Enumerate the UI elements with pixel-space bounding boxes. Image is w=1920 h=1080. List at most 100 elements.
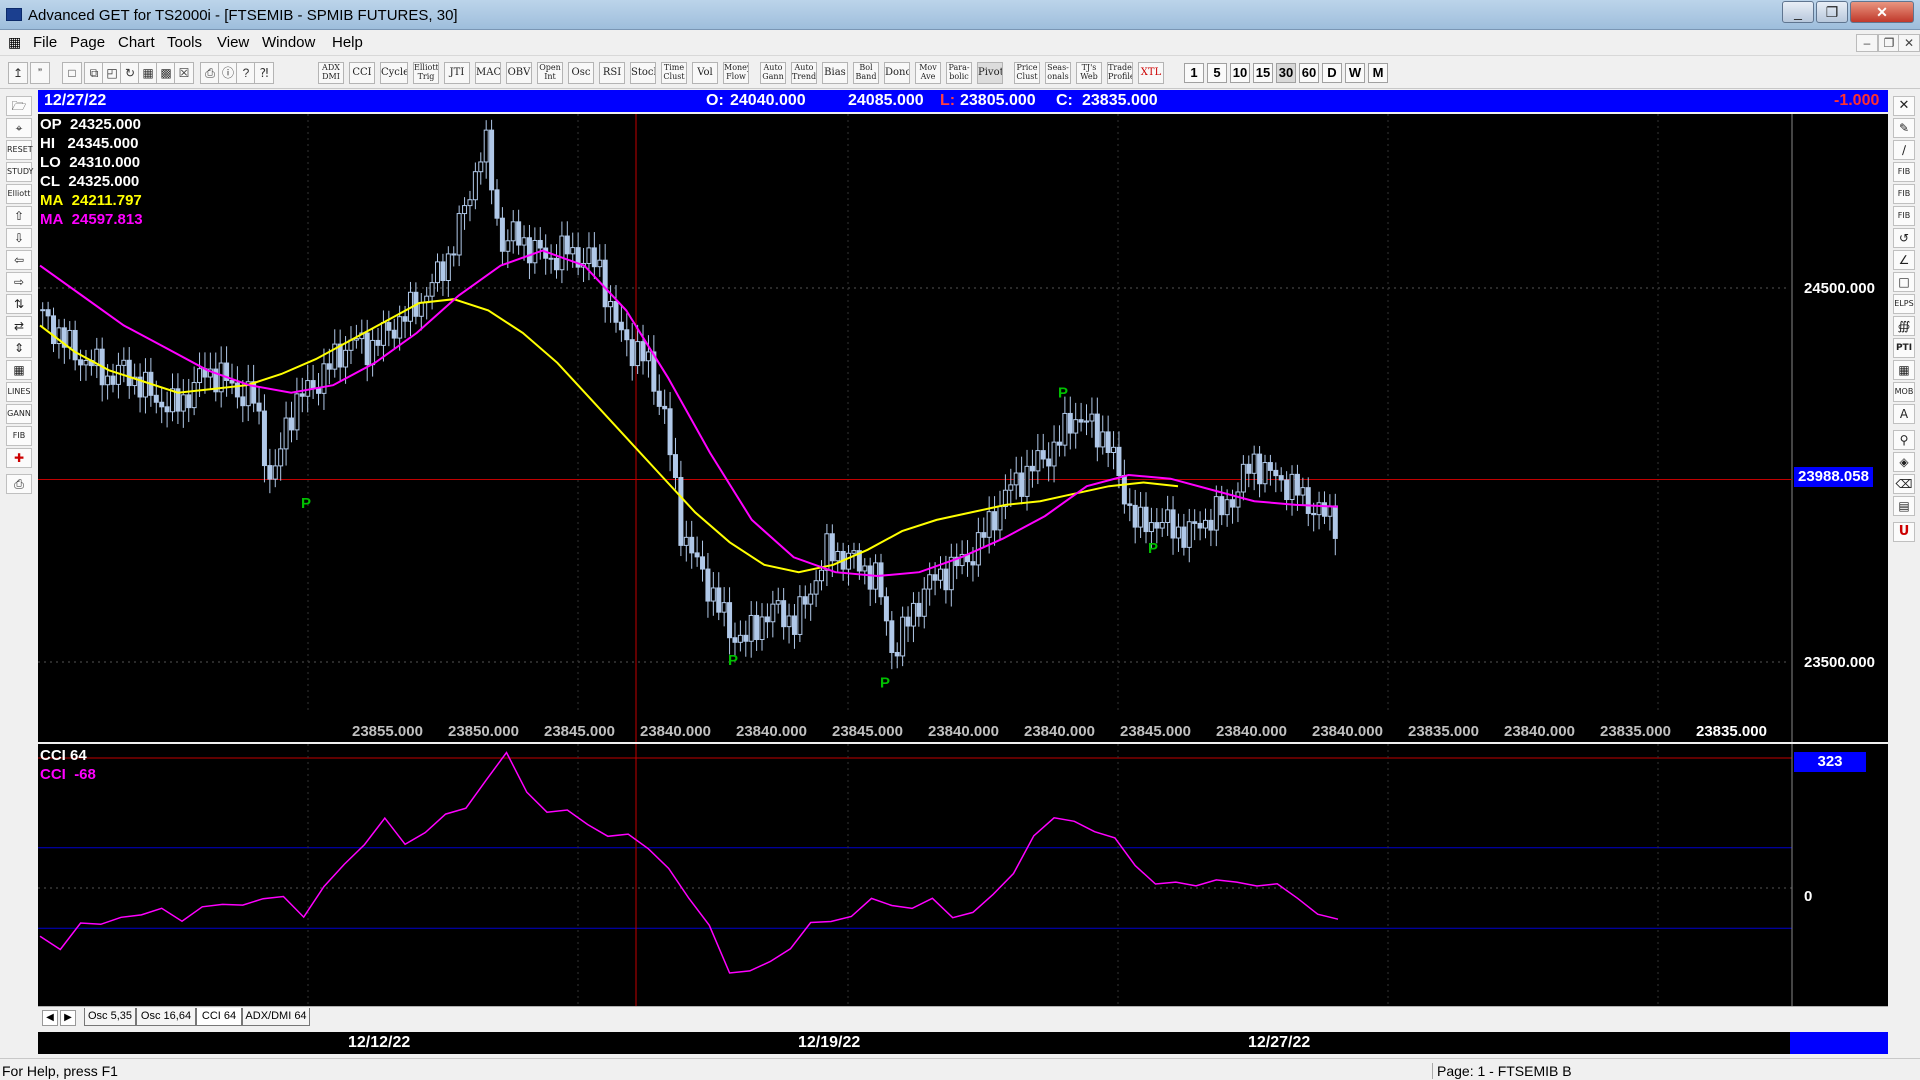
grid-tool-icon[interactable]: ▦: [1893, 360, 1915, 380]
close-x-icon[interactable]: ✕: [1893, 96, 1915, 116]
question-icon[interactable]: ⁈: [254, 62, 274, 84]
layout-icon[interactable]: ▦: [138, 62, 158, 84]
notes-icon[interactable]: ▤: [1893, 496, 1915, 516]
menu-tools[interactable]: Tools: [167, 34, 202, 51]
whats-this-icon[interactable]: ?: [236, 62, 256, 84]
scroll-up-icon[interactable]: ⇧: [6, 206, 32, 226]
timeframe-5[interactable]: 5: [1207, 63, 1227, 83]
menu-chart[interactable]: Chart: [118, 34, 155, 51]
tab-adx-dmi-64[interactable]: ADX/DMI 64: [242, 1008, 310, 1026]
tab-next-icon[interactable]: ▶: [60, 1010, 76, 1026]
context-help-icon[interactable]: ”: [30, 62, 50, 84]
timeframe-weekly[interactable]: W: [1345, 63, 1365, 83]
ellipse-icon[interactable]: ELPS: [1893, 294, 1915, 314]
indicator-button-seas-onals[interactable]: Seas- onals: [1045, 62, 1071, 84]
indicator-button-bias[interactable]: Bias: [822, 62, 848, 84]
timeframe-daily[interactable]: D: [1322, 63, 1342, 83]
indicator-button-pivot[interactable]: Pivot: [977, 62, 1003, 84]
print-chart-icon[interactable]: ⎙: [6, 474, 32, 494]
compress-vertical-icon[interactable]: ⇅: [6, 294, 32, 314]
new-file-icon[interactable]: □: [62, 62, 82, 84]
timeframe-monthly[interactable]: M: [1368, 63, 1388, 83]
refresh-icon[interactable]: ↻: [120, 62, 140, 84]
marker-icon[interactable]: ◈: [1893, 452, 1915, 472]
indicator-button-time-clust[interactable]: Time Clust: [661, 62, 687, 84]
grid-toggle-icon[interactable]: ▦: [6, 360, 32, 380]
scroll-left-icon[interactable]: ⇦: [6, 250, 32, 270]
magnet-icon[interactable]: U: [1893, 522, 1915, 542]
pointer-icon[interactable]: ↥: [8, 62, 28, 84]
elliott-icon[interactable]: Elliott: [6, 184, 32, 204]
text-tool-icon[interactable]: A: [1893, 404, 1915, 424]
copy-icon[interactable]: ⧉: [84, 62, 104, 84]
mob-icon[interactable]: MOB: [1893, 382, 1915, 402]
price-chart[interactable]: P P P P P OP 24325.000 HI 24345.000 LO 24310…: [38, 114, 1888, 742]
study-icon[interactable]: STUDY: [6, 162, 33, 182]
indicator-button-tj-s-web[interactable]: TJ's Web: [1076, 62, 1102, 84]
fib-ext-icon[interactable]: FIB EXT: [1893, 184, 1915, 204]
cci-panel[interactable]: CCI 64 CCI -68 323 0: [38, 744, 1888, 1006]
fib-icon[interactable]: FIB: [6, 426, 32, 446]
fan-icon[interactable]: ∠: [1893, 250, 1915, 270]
menu-window[interactable]: Window: [262, 34, 315, 51]
compress-horizontal-icon[interactable]: ⇄: [6, 316, 32, 336]
timeframe-30[interactable]: 30: [1276, 63, 1296, 83]
minimize-button[interactable]: _: [1782, 1, 1814, 23]
scroll-right-icon[interactable]: ⇨: [6, 272, 32, 292]
indicator-button-bol-band[interactable]: Bol Band: [853, 62, 879, 84]
menu-file[interactable]: File: [33, 34, 57, 51]
maximize-button[interactable]: ❐: [1816, 1, 1848, 23]
mdi-close-button[interactable]: ✕: [1898, 34, 1920, 52]
tab-prev-icon[interactable]: ◀: [42, 1010, 58, 1026]
indicator-button-osc[interactable]: Osc: [568, 62, 594, 84]
indicator-button-open-int[interactable]: Open Int: [537, 62, 563, 84]
lines-icon[interactable]: LINES: [6, 382, 32, 402]
crosshair-icon[interactable]: ✚: [6, 448, 32, 468]
indicator-button-cci[interactable]: CCI: [349, 62, 375, 84]
open-icon[interactable]: ◰: [102, 62, 122, 84]
indicator-button-vol[interactable]: Vol: [692, 62, 718, 84]
mdi-restore-button[interactable]: ❐: [1878, 34, 1900, 52]
indicator-button-auto-gann[interactable]: Auto Gann: [760, 62, 786, 84]
timeframe-10[interactable]: 10: [1230, 63, 1250, 83]
fib-time-icon[interactable]: FIB TIME: [1893, 206, 1915, 226]
indicator-button-stoch[interactable]: Stoch: [630, 62, 656, 84]
indicator-button-cycles[interactable]: Cycles: [380, 62, 408, 84]
delete-icon[interactable]: ☒: [174, 62, 194, 84]
spiral-icon[interactable]: ↺: [1893, 228, 1915, 248]
indicator-button-price-clust[interactable]: Price Clust: [1014, 62, 1040, 84]
indicator-button-money-flow[interactable]: Money Flow: [723, 62, 749, 84]
indicator-button-elliott-trig[interactable]: Elliott Trig: [413, 62, 439, 84]
scroll-down-icon[interactable]: ⇩: [6, 228, 32, 248]
menu-view[interactable]: View: [217, 34, 249, 51]
indicator-button-rsi[interactable]: RSI: [599, 62, 625, 84]
indicator-button-trade-profile[interactable]: Trade Profile: [1107, 62, 1133, 84]
indicator-button-mov-ave[interactable]: Mov Ave: [915, 62, 941, 84]
timeframe-15[interactable]: 15: [1253, 63, 1273, 83]
line-tool-icon[interactable]: ∕: [1893, 140, 1915, 160]
tab-osc-5-35[interactable]: Osc 5,35: [84, 1008, 136, 1026]
pti-icon[interactable]: PTI: [1893, 338, 1915, 358]
indicator-button-obv[interactable]: OBV: [506, 62, 532, 84]
fib-ret-icon[interactable]: FIB RET: [1893, 162, 1915, 182]
indicator-button-macd[interactable]: MACD: [475, 62, 501, 84]
document-icon[interactable]: ▦: [8, 34, 22, 50]
menu-page[interactable]: Page: [70, 34, 105, 51]
timeframe-1[interactable]: 1: [1184, 63, 1204, 83]
indicator-button-adx-dmi[interactable]: ADX DMI: [318, 62, 344, 84]
zoom-tool-icon[interactable]: ⌖: [6, 118, 32, 138]
timeframe-60[interactable]: 60: [1299, 63, 1319, 83]
magnifier-icon[interactable]: ⚲: [1893, 430, 1915, 450]
menu-help[interactable]: Help: [332, 34, 363, 51]
print-icon[interactable]: ⎙: [200, 62, 220, 84]
erase-icon[interactable]: ⌫: [1893, 474, 1915, 494]
close-button[interactable]: ✕: [1850, 1, 1914, 23]
gann-icon[interactable]: GANN: [6, 404, 32, 424]
open-folder-icon[interactable]: 🗁: [6, 96, 32, 116]
indicator-button-para-bolic[interactable]: Para- bolic: [946, 62, 972, 84]
tab-cci-64[interactable]: CCI 64: [196, 1008, 242, 1026]
indicator-button-auto-trend[interactable]: Auto Trend: [791, 62, 817, 84]
indicator-button-jti[interactable]: JTI: [444, 62, 470, 84]
reset-icon[interactable]: RESET: [6, 140, 33, 160]
pencil-icon[interactable]: ✎: [1893, 118, 1915, 138]
